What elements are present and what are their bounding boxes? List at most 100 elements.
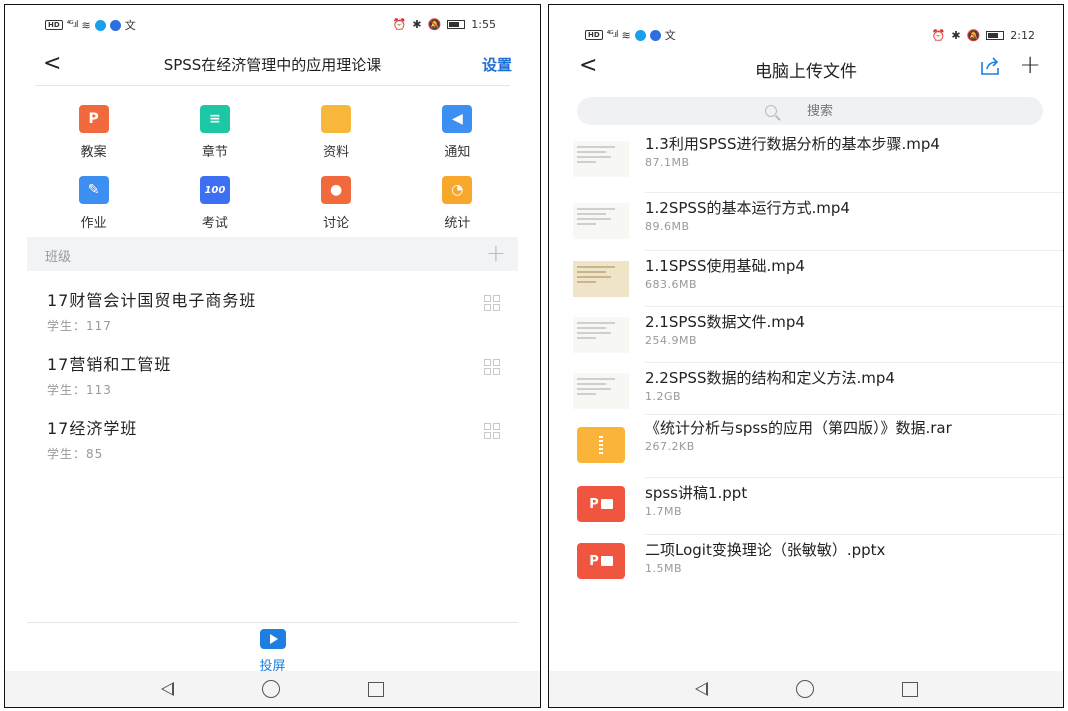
qr-code-icon[interactable]	[484, 423, 500, 439]
file-item[interactable]: 1.3利用SPSS进行数据分析的基本步骤.mp4 87.1MB	[573, 135, 1043, 187]
feature-edit[interactable]: ✎ 作业	[33, 176, 154, 231]
student-count: 学生：85	[47, 447, 104, 461]
exam-100-icon: 100	[199, 176, 230, 204]
student-count: 学生：113	[47, 383, 112, 397]
alarm-icon: ⏰	[392, 18, 407, 31]
feature-speaker[interactable]: ◀ 通知	[397, 105, 518, 160]
nav-home-icon[interactable]	[262, 680, 280, 698]
archive-icon	[577, 427, 625, 463]
class-section-header: 班级 +	[27, 237, 518, 271]
file-entry-text: 2.2SPSS数据的结构和定义方法.mp4 1.2GB	[645, 369, 1043, 406]
powerpoint-icon: P	[577, 486, 625, 522]
file-entry-text: 1.3利用SPSS进行数据分析的基本步骤.mp4 87.1MB	[645, 135, 1043, 172]
share-icon[interactable]	[979, 56, 1001, 76]
class-name: 17财管会计国贸电子商务班	[47, 291, 257, 310]
settings-button[interactable]: 设置	[482, 54, 512, 75]
file-item[interactable]: 2.2SPSS数据的结构和定义方法.mp4 1.2GB	[573, 367, 1043, 419]
file-entry-text: 二项Logit变换理论（张敏敏）.pptx 1.5MB	[645, 541, 1043, 578]
divider	[645, 477, 1063, 478]
feature-pie-chart[interactable]: ◔ 统计	[397, 176, 518, 231]
video-thumbnail	[573, 203, 629, 239]
right-screen: HD ⁴ᴳ.ıl ≋ 文 ⏰ ✱ 🔕 2:12 < 电脑上传文件 + 1.3利用…	[548, 4, 1064, 708]
mute-icon: 🔕	[966, 29, 981, 42]
feature-label: 作业	[80, 216, 107, 231]
status-time: 2:12	[1010, 29, 1035, 42]
pie-chart-icon: ◔	[442, 176, 473, 204]
feature-label: 统计	[444, 216, 471, 231]
qr-code-icon[interactable]	[484, 359, 500, 375]
file-name: 《统计分析与spss的应用（第四版）》数据.rar	[645, 419, 952, 437]
battery-icon	[447, 20, 466, 29]
add-button[interactable]: +	[1019, 50, 1041, 80]
document-p-icon: P	[78, 105, 109, 133]
add-class-button[interactable]: +	[486, 239, 506, 267]
divider	[645, 362, 1063, 363]
status-time: 1:55	[471, 18, 496, 31]
file-item[interactable]: Pspss讲稿1.ppt 1.7MB	[573, 482, 1043, 534]
divider	[645, 306, 1063, 307]
file-item[interactable]: 1.2SPSS的基本运行方式.mp4 89.6MB	[573, 197, 1043, 249]
divider	[645, 414, 1063, 415]
class-item[interactable]: 17经济学班学生：85	[47, 415, 510, 469]
app-notify-icon: 文	[664, 29, 676, 42]
class-name: 17经济学班	[47, 419, 138, 438]
system-nav-bar	[5, 671, 540, 707]
feature-exam-100[interactable]: 100 考试	[154, 176, 275, 231]
file-name: 1.2SPSS的基本运行方式.mp4	[645, 199, 850, 217]
nav-recents-icon[interactable]	[901, 681, 918, 697]
nav-recents-icon[interactable]	[368, 681, 384, 697]
screen-cast-button[interactable]: 投屏	[5, 629, 540, 674]
hd-icon: HD	[45, 20, 63, 30]
video-thumbnail	[573, 373, 629, 409]
feature-document-p[interactable]: P 教案	[33, 105, 154, 160]
alarm-icon: ⏰	[931, 29, 946, 42]
wifi-icon: ≋	[81, 18, 91, 32]
app-notify-icon: 文	[124, 19, 136, 32]
system-nav-bar	[549, 671, 1063, 707]
feature-grid: P 教案 ≡ 章节 资料 ◀ 通知 ✎ 作业 100 考试 ● 讨论 ◔ 统计	[33, 105, 518, 231]
edit-icon: ✎	[78, 176, 109, 204]
file-item[interactable]: P 二项Logit变换理论（张敏敏）.pptx 1.5MB	[573, 539, 1043, 591]
file-item[interactable]: 2.1SPSS数据文件.mp4 254.9MB	[573, 311, 1043, 363]
nav-back-icon[interactable]	[694, 682, 708, 696]
nav-home-icon[interactable]	[795, 680, 814, 698]
feature-folder[interactable]: 资料	[276, 105, 397, 160]
search-input[interactable]	[785, 103, 855, 119]
file-size: 89.6MB	[645, 220, 690, 233]
top-app-bar: < SPSS在经济管理中的应用理论课 设置	[5, 45, 540, 87]
divider	[645, 192, 1063, 193]
feature-list[interactable]: ≡ 章节	[154, 105, 275, 160]
file-entry-text: spss讲稿1.ppt 1.7MB	[645, 484, 1043, 521]
file-name: 1.3利用SPSS进行数据分析的基本步骤.mp4	[645, 135, 940, 153]
bluetooth-icon: ✱	[951, 29, 961, 42]
nav-back-icon[interactable]	[161, 682, 174, 696]
status-bar: HD ⁴ᴳ.ıl ≋ 文 ⏰ ✱ 🔕 1:55	[5, 5, 540, 43]
feature-chat-bubbles[interactable]: ● 讨论	[276, 176, 397, 231]
signal-icon: ⁴ᴳ.ıl	[66, 20, 79, 30]
wifi-icon: ≋	[621, 28, 631, 42]
class-item[interactable]: 17营销和工管班 学生：113	[47, 351, 510, 405]
page-title: SPSS在经济管理中的应用理论课	[163, 56, 382, 74]
search-bar[interactable]	[577, 97, 1043, 125]
app-notify-icon	[649, 29, 661, 41]
mute-icon: 🔕	[427, 18, 442, 31]
file-name: 2.1SPSS数据文件.mp4	[645, 313, 805, 331]
feature-label: 章节	[201, 145, 228, 160]
app-notify-icon	[634, 29, 646, 41]
file-entry-text: 1.1SPSS使用基础.mp4 683.6MB	[645, 257, 1043, 294]
feature-label: 讨论	[323, 216, 350, 231]
speaker-icon: ◀	[442, 105, 473, 133]
file-size: 1.2GB	[645, 390, 682, 403]
qr-code-icon[interactable]	[484, 295, 500, 311]
file-size: 254.9MB	[645, 334, 698, 347]
class-item[interactable]: 17财管会计国贸电子商务班学生：117	[47, 287, 510, 341]
file-name: spss讲稿1.ppt	[645, 484, 748, 502]
file-item[interactable]: 《统计分析与spss的应用（第四版）》数据.rar 267.2KB	[573, 419, 1043, 471]
student-count: 学生：117	[47, 319, 112, 333]
status-bar: HD ⁴ᴳ.ıl ≋ 文 ⏰ ✱ 🔕 2:12	[549, 5, 1063, 43]
divider	[27, 622, 518, 623]
cast-icon	[259, 629, 286, 649]
feature-label: 资料	[323, 145, 350, 160]
file-item[interactable]: 1.1SPSS使用基础.mp4 683.6MB	[573, 255, 1043, 307]
left-screen: HD ⁴ᴳ.ıl ≋ 文 ⏰ ✱ 🔕 1:55 < SPSS在经济管理中的应用理…	[4, 4, 541, 708]
